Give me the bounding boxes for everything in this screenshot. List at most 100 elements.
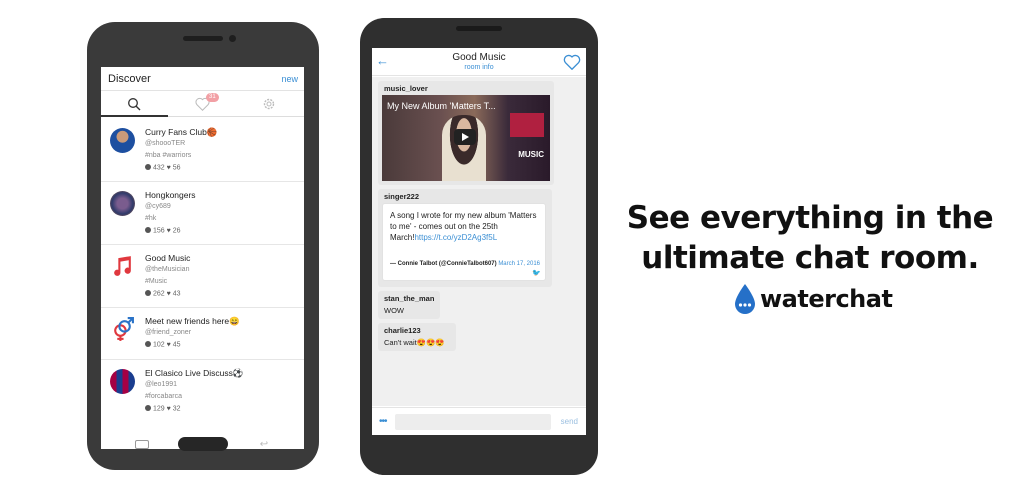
- message-username: stan_the_man: [384, 294, 435, 303]
- message-username: charlie123: [384, 326, 421, 335]
- avatar: [110, 128, 135, 153]
- video-title: My New Album 'Matters T...: [387, 101, 496, 111]
- members-icon: [145, 227, 151, 233]
- message-list: music_lover My New Album 'Matters T... M…: [372, 77, 586, 406]
- member-count: 129: [152, 405, 165, 413]
- member-count: 262: [152, 290, 165, 298]
- members-icon: [145, 164, 151, 170]
- members-icon: [145, 341, 151, 347]
- message-body: Can't wait😍😍😍: [384, 338, 445, 347]
- room-item-curry-fans-club[interactable]: Curry Fans Club🏀 @shoooTER #nba #warrior…: [101, 119, 304, 182]
- twitter-bird-icon: 🐦: [532, 270, 541, 277]
- more-options-icon[interactable]: •••: [379, 416, 387, 427]
- album-art-image: [510, 113, 544, 137]
- room-stats: 129 ♥ 32: [145, 405, 181, 413]
- room-stats: 156 ♥ 26: [145, 227, 181, 235]
- favorite-heart-icon[interactable]: [563, 54, 581, 70]
- message-text: stan_the_man WOW: [378, 291, 440, 319]
- like-count: 56: [172, 164, 181, 172]
- speaker-grille: [456, 26, 502, 31]
- likes-icon: ♥: [166, 341, 171, 349]
- member-count: 102: [152, 341, 165, 349]
- message-input[interactable]: [395, 414, 551, 430]
- room-name: Hongkongers: [145, 190, 196, 200]
- tab-favorites[interactable]: 31: [169, 91, 236, 117]
- left-phone: Discover new 31 Curry Fans Club🏀 @shoooT…: [87, 22, 319, 470]
- room-owner: @cy689: [145, 203, 171, 210]
- likes-icon: ♥: [166, 290, 171, 298]
- like-count: 26: [172, 227, 181, 235]
- room-owner: @leo1991: [145, 381, 178, 388]
- video-thumbnail[interactable]: My New Album 'Matters T... MUSIC: [382, 95, 550, 181]
- tweet-author: — Connie Talbot (@ConnieTalbot607): [390, 261, 497, 267]
- brand-name: waterchat: [760, 285, 893, 313]
- message-username: singer222: [384, 192, 420, 201]
- play-icon[interactable]: [454, 129, 476, 145]
- like-count: 45: [172, 341, 181, 349]
- tweet-date[interactable]: March 17, 2016: [498, 261, 540, 267]
- message-body: WOW: [384, 306, 404, 315]
- chat-header: ← Good Music room info: [372, 48, 586, 76]
- tagline-line-1: See everything in the: [626, 200, 994, 236]
- like-count: 32: [172, 405, 181, 413]
- message-tweet: singer222 A song I wrote for my new albu…: [378, 189, 552, 287]
- members-icon: [145, 405, 151, 411]
- room-item-meet-new-friends[interactable]: Meet new friends here😄 @friend_zoner 102…: [101, 308, 304, 360]
- favorites-badge: 31: [206, 93, 219, 102]
- members-icon: [145, 290, 151, 296]
- tweet-meta: — Connie Talbot (@ConnieTalbot607) March…: [390, 260, 542, 268]
- room-item-hongkongers[interactable]: Hongkongers @cy689 #hk 156 ♥ 26: [101, 182, 304, 245]
- message-username: music_lover: [384, 84, 428, 93]
- speaker-grille: [183, 36, 223, 41]
- home-button[interactable]: [178, 437, 228, 451]
- room-stats: 432 ♥ 56: [145, 164, 181, 172]
- message-text: charlie123 Can't wait😍😍😍: [378, 323, 456, 351]
- member-count: 156: [152, 227, 165, 235]
- room-tags: #hk: [145, 215, 157, 222]
- page-title: Discover: [108, 73, 151, 85]
- music-badge-text: MUSIC: [518, 150, 544, 159]
- room-stats: 102 ♥ 45: [145, 341, 181, 349]
- chat-room-screen: ← Good Music room info music_lover My Ne…: [372, 48, 586, 435]
- room-stats: 262 ♥ 43: [145, 290, 181, 298]
- tweet-text: A song I wrote for my new album 'Matters…: [390, 210, 542, 243]
- back-key-icon[interactable]: ↩: [257, 440, 271, 450]
- room-owner: @shoooTER: [145, 140, 186, 147]
- video-person-image: [442, 115, 486, 181]
- likes-icon: ♥: [166, 227, 171, 235]
- discover-header: Discover new: [101, 67, 304, 91]
- apple-music-badge: MUSIC: [518, 150, 544, 159]
- front-camera: [229, 35, 236, 42]
- tagline-line-2: ultimate chat room.: [641, 240, 979, 276]
- menu-key-icon[interactable]: [135, 440, 149, 449]
- avatar: [110, 191, 135, 216]
- room-tags: #forcabarca: [145, 393, 182, 400]
- new-room-link[interactable]: new: [281, 74, 298, 84]
- room-tags: #Music: [145, 278, 168, 285]
- tab-search[interactable]: [101, 91, 168, 117]
- room-title: Good Music: [452, 52, 506, 63]
- room-owner: @theMusician: [145, 266, 190, 273]
- room-info-link[interactable]: room info: [372, 64, 586, 71]
- room-list: Curry Fans Club🏀 @shoooTER #nba #warrior…: [101, 119, 304, 423]
- right-phone: ← Good Music room info music_lover My Ne…: [360, 18, 598, 475]
- embedded-tweet[interactable]: A song I wrote for my new album 'Matters…: [382, 203, 546, 281]
- like-count: 43: [172, 290, 181, 298]
- room-item-el-clasico[interactable]: El Clasico Live Discuss⚽ @leo1991 #forca…: [101, 360, 304, 423]
- room-name: Good Music: [145, 253, 191, 263]
- room-name: Curry Fans Club🏀: [145, 127, 218, 137]
- room-owner: @friend_zoner: [145, 329, 192, 336]
- gender-symbol-icon: [110, 317, 135, 342]
- room-name: Meet new friends here😄: [145, 316, 240, 326]
- tweet-link[interactable]: https://t.co/yzD2Ag3f5L: [414, 233, 497, 242]
- member-count: 432: [152, 164, 165, 172]
- tab-settings[interactable]: [236, 91, 303, 117]
- send-button[interactable]: send: [561, 417, 578, 426]
- music-note-icon: [110, 254, 135, 279]
- message-video: music_lover My New Album 'Matters T... M…: [378, 81, 554, 185]
- discover-screen: Discover new 31 Curry Fans Club🏀 @shoooT…: [101, 67, 304, 449]
- room-item-good-music[interactable]: Good Music @theMusician #Music 262 ♥ 43: [101, 245, 304, 308]
- room-name: El Clasico Live Discuss⚽: [145, 368, 244, 378]
- search-icon: [128, 98, 141, 111]
- likes-icon: ♥: [166, 405, 171, 413]
